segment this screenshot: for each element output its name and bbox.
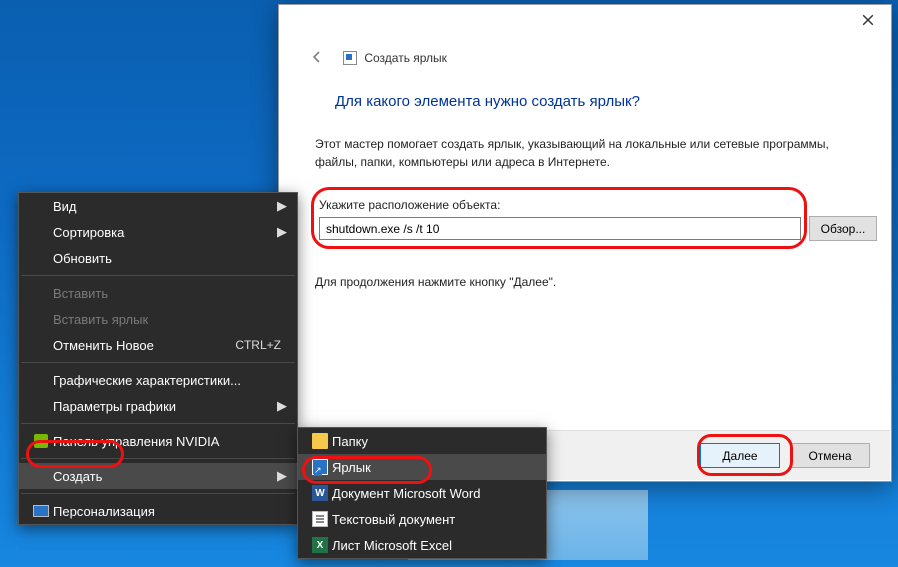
sub-label: Ярлык <box>332 460 536 475</box>
ctx-separator <box>21 493 295 494</box>
ctx-personalization[interactable]: Персонализация <box>19 498 297 524</box>
ctx-view[interactable]: Вид ▶ <box>19 193 297 219</box>
wizard-subtitle-text: Создать ярлык <box>364 51 447 65</box>
sub-folder[interactable]: Папку <box>298 428 546 454</box>
ctx-create[interactable]: Создать ▶ <box>19 463 297 489</box>
ctx-label: Отменить Новое <box>53 338 235 353</box>
excel-icon <box>312 537 328 553</box>
location-label: Укажите расположение объекта: <box>319 198 500 212</box>
close-button[interactable] <box>845 5 891 35</box>
continue-hint: Для продолжения нажмите кнопку "Далее". <box>315 275 556 289</box>
wizard-description: Этот мастер помогает создать ярлык, указ… <box>315 135 849 171</box>
nvidia-icon <box>34 434 48 448</box>
location-input[interactable] <box>319 217 801 240</box>
sub-label: Папку <box>332 434 536 449</box>
word-icon <box>312 485 328 501</box>
sub-label: Текстовый документ <box>332 512 536 527</box>
ctx-undo-new[interactable]: Отменить Новое CTRL+Z <box>19 332 297 358</box>
arrow-left-icon <box>309 49 325 65</box>
ctx-refresh[interactable]: Обновить <box>19 245 297 271</box>
ctx-separator <box>21 362 295 363</box>
chevron-right-icon: ▶ <box>275 468 287 484</box>
ctx-separator <box>21 423 295 424</box>
close-icon <box>862 14 874 26</box>
browse-button[interactable]: Обзор... <box>809 216 877 241</box>
sub-text-doc[interactable]: Текстовый документ <box>298 506 546 532</box>
wizard-heading: Для какого элемента нужно создать ярлык? <box>335 93 640 110</box>
create-submenu: Папку Ярлык Документ Microsoft Word Текс… <box>297 427 547 559</box>
sub-label: Лист Microsoft Excel <box>332 538 536 553</box>
sub-label: Документ Microsoft Word <box>332 486 536 501</box>
chevron-right-icon: ▶ <box>275 198 287 214</box>
ctx-nvidia-panel[interactable]: Панель управления NVIDIA <box>19 428 297 454</box>
ctx-shortcut: CTRL+Z <box>235 338 281 352</box>
ctx-sort[interactable]: Сортировка ▶ <box>19 219 297 245</box>
ctx-label: Вставить ярлык <box>53 312 287 327</box>
display-icon <box>33 505 49 517</box>
chevron-right-icon: ▶ <box>275 224 287 240</box>
ctx-separator <box>21 275 295 276</box>
shortcut-icon <box>312 459 328 475</box>
ctx-label: Персонализация <box>53 504 287 519</box>
back-button[interactable] <box>307 47 327 67</box>
folder-icon <box>312 433 328 449</box>
sub-word-doc[interactable]: Документ Microsoft Word <box>298 480 546 506</box>
ctx-paste: Вставить <box>19 280 297 306</box>
create-shortcut-wizard: Создать ярлык Для какого элемента нужно … <box>278 4 892 482</box>
ctx-graphics-params[interactable]: Параметры графики ▶ <box>19 393 297 419</box>
ctx-graphics-properties[interactable]: Графические характеристики... <box>19 367 297 393</box>
sub-excel-sheet[interactable]: Лист Microsoft Excel <box>298 532 546 558</box>
ctx-label: Вид <box>53 199 275 214</box>
cancel-button[interactable]: Отмена <box>790 443 870 468</box>
ctx-label: Параметры графики <box>53 399 275 414</box>
ctx-separator <box>21 458 295 459</box>
ctx-label: Вставить <box>53 286 287 301</box>
ctx-label: Создать <box>53 469 275 484</box>
ctx-paste-shortcut: Вставить ярлык <box>19 306 297 332</box>
ctx-label: Панель управления NVIDIA <box>53 434 287 449</box>
desktop-context-menu: Вид ▶ Сортировка ▶ Обновить Вставить Вст… <box>18 192 298 525</box>
wizard-subtitle: Создать ярлык <box>343 51 447 65</box>
ctx-label: Графические характеристики... <box>53 373 287 388</box>
sub-shortcut[interactable]: Ярлык <box>298 454 546 480</box>
shortcut-icon <box>343 51 357 65</box>
chevron-right-icon: ▶ <box>275 398 287 414</box>
text-icon <box>312 511 328 527</box>
ctx-label: Сортировка <box>53 225 275 240</box>
next-button[interactable]: Далее <box>700 443 780 468</box>
wizard-titlebar <box>279 5 891 37</box>
ctx-label: Обновить <box>53 251 287 266</box>
